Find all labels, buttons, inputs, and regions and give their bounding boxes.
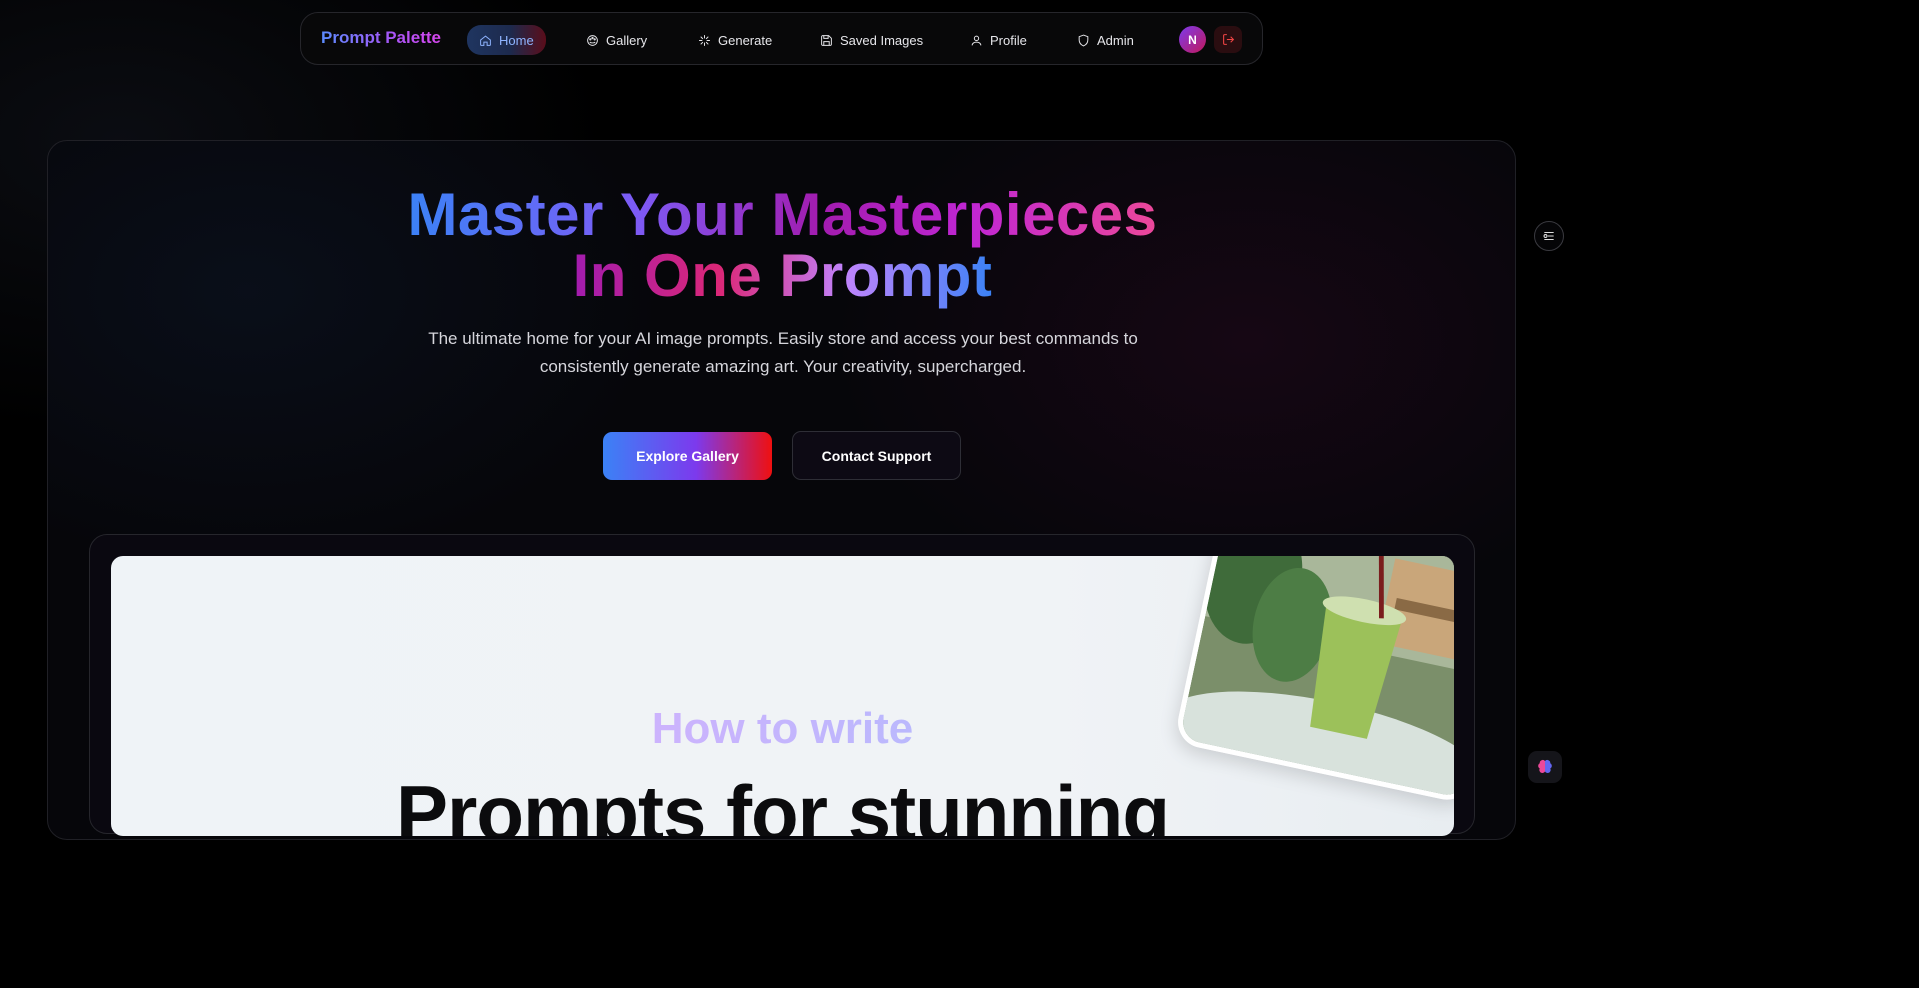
settings-toggle-button[interactable] bbox=[1534, 221, 1564, 251]
nav-item-label: Gallery bbox=[606, 32, 648, 48]
shield-icon bbox=[1078, 34, 1089, 46]
nav-item-profile[interactable]: Profile bbox=[958, 25, 1039, 55]
avatar[interactable]: N bbox=[1179, 26, 1206, 53]
logout-button[interactable] bbox=[1214, 26, 1242, 53]
hero-headline-line2: In One Prompt bbox=[572, 242, 993, 309]
prompt-guide-banner[interactable]: How to write Prompts for stunning bbox=[111, 556, 1454, 836]
hero-headline-line1: Master Your Masterpieces bbox=[407, 181, 1158, 248]
save-icon bbox=[821, 34, 832, 46]
ai-assistant-button[interactable] bbox=[1528, 751, 1562, 783]
nav-item-generate[interactable]: Generate bbox=[686, 25, 784, 55]
brand-logo[interactable]: Prompt Palette bbox=[321, 28, 441, 48]
palette-icon bbox=[587, 34, 598, 46]
nav-item-label: Saved Images bbox=[840, 32, 924, 48]
top-nav: Prompt Palette Home Gallery Generate Sav… bbox=[300, 12, 1263, 65]
nav-item-admin[interactable]: Admin bbox=[1065, 25, 1146, 55]
explore-gallery-button[interactable]: Explore Gallery bbox=[603, 432, 772, 480]
nav-item-label: Generate bbox=[718, 32, 773, 48]
sliders-icon bbox=[1543, 231, 1554, 241]
banner-frame: How to write Prompts for stunning bbox=[89, 534, 1475, 836]
nav-item-label: Admin bbox=[1097, 32, 1134, 48]
home-icon bbox=[480, 35, 491, 46]
contact-support-button[interactable]: Contact Support bbox=[792, 431, 961, 480]
user-icon bbox=[971, 35, 982, 45]
banner-kicker: How to write bbox=[111, 704, 1454, 754]
hero-subtitle: The ultimate home for your AI image prom… bbox=[428, 329, 1138, 376]
nav-item-label: Home bbox=[499, 32, 534, 48]
sparkle-icon bbox=[699, 34, 710, 46]
nav-item-gallery[interactable]: Gallery bbox=[574, 25, 659, 55]
banner-title: Prompts for stunning bbox=[396, 769, 1170, 836]
logout-icon bbox=[1222, 34, 1234, 45]
nav-item-home[interactable]: Home bbox=[467, 25, 546, 55]
nav-item-label: Profile bbox=[990, 32, 1027, 48]
hero-section: Master Your Masterpieces In One Prompt T… bbox=[47, 140, 1516, 840]
brain-icon bbox=[1538, 759, 1552, 774]
nav-item-saved-images[interactable]: Saved Images bbox=[808, 25, 935, 55]
